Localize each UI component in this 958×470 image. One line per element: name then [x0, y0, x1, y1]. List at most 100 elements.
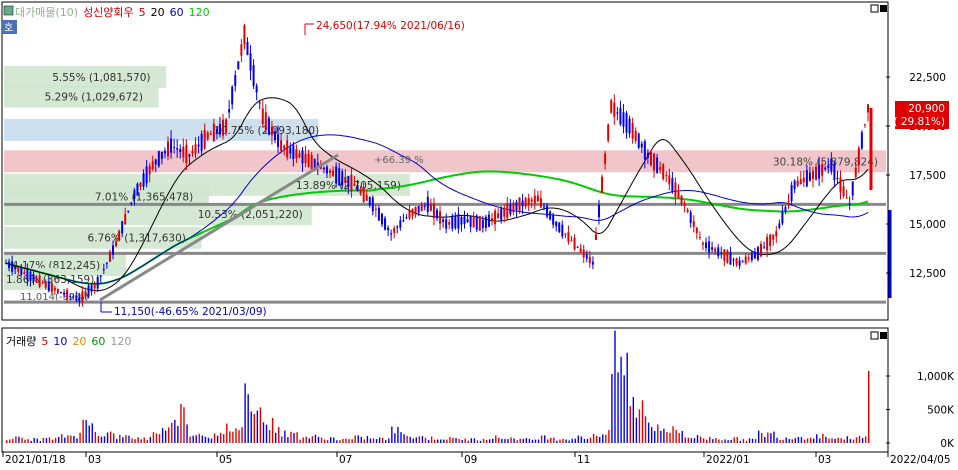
- candle-body: [781, 211, 784, 224]
- volume-bar: [140, 439, 142, 443]
- candle-body: [218, 124, 221, 135]
- volume-legend-item: 거래량: [6, 335, 36, 348]
- panel-corner-icon[interactable]: [3, 5, 14, 16]
- candle-body: [96, 277, 99, 289]
- volume-bar: [623, 375, 625, 443]
- candle-body: [78, 296, 81, 302]
- candle-body: [307, 153, 310, 167]
- volume-profile-label: 5.29% (1,029,672): [45, 92, 143, 104]
- vol-y-tick-label: 1,000K: [917, 371, 955, 383]
- volume-bar: [210, 438, 213, 443]
- volume-bar: [406, 435, 408, 443]
- volume-bar: [125, 435, 127, 443]
- volume-bar: [608, 430, 610, 443]
- candle-body: [185, 144, 188, 163]
- volume-bar: [864, 436, 867, 443]
- candle-body: [75, 295, 78, 302]
- candle-body: [170, 138, 173, 153]
- candle-body: [133, 190, 136, 199]
- candle-body: [432, 203, 435, 219]
- maximize-icon[interactable]: [870, 331, 879, 340]
- candle-body: [365, 194, 368, 201]
- volume-bar: [39, 440, 42, 443]
- volume-bar: [568, 440, 570, 443]
- volume-bar: [440, 439, 442, 443]
- candle-body: [799, 179, 802, 184]
- candle-body: [243, 25, 246, 45]
- close-icon[interactable]: [880, 5, 887, 12]
- volume-bar: [351, 439, 353, 443]
- volume-bar: [822, 433, 824, 443]
- price-legend-item: 60: [170, 6, 184, 19]
- candle-body: [289, 147, 292, 154]
- maximize-icon[interactable]: [870, 4, 879, 13]
- candle-body: [338, 168, 341, 186]
- candle-body: [35, 277, 38, 282]
- candle-body: [732, 259, 735, 261]
- current-price-change: ( 29.81%): [893, 116, 945, 128]
- candle-body: [160, 151, 163, 159]
- candle-body: [426, 196, 429, 212]
- volume-bar: [18, 436, 20, 443]
- candle-body: [380, 213, 383, 225]
- volume-bar: [660, 430, 662, 443]
- volume-bar: [24, 439, 26, 443]
- x-tick-label: 03: [88, 454, 101, 466]
- close-icon[interactable]: [880, 332, 887, 339]
- price-legend-item: 20: [151, 6, 165, 19]
- candle-body: [750, 253, 753, 261]
- candle-body: [124, 214, 127, 225]
- volume-bar: [229, 431, 231, 443]
- candle-body: [130, 202, 133, 204]
- candle-body: [167, 141, 170, 157]
- candle-body: [163, 151, 166, 154]
- candle-body: [240, 44, 243, 56]
- candle-body: [270, 126, 273, 136]
- volume-bar: [91, 423, 93, 443]
- volume-bar: [333, 437, 335, 443]
- volume-bar: [690, 438, 693, 443]
- volume-bar: [702, 438, 705, 443]
- volume-bar: [537, 439, 540, 443]
- candle-body: [139, 182, 142, 187]
- volume-bar: [617, 372, 619, 443]
- volume-bar: [103, 436, 106, 443]
- volume-bar: [366, 436, 369, 443]
- volume-bar: [519, 438, 521, 443]
- candle-body: [833, 163, 836, 181]
- candle-body: [576, 246, 579, 248]
- candle-body: [69, 295, 72, 297]
- candle-body: [805, 170, 808, 187]
- volume-bar: [498, 437, 500, 443]
- volume-bar: [715, 438, 717, 443]
- candle-body: [549, 211, 552, 220]
- volume-bar: [757, 430, 760, 443]
- volume-bar: [504, 439, 506, 443]
- candle-body: [273, 131, 276, 141]
- candle-body: [656, 157, 659, 173]
- candle-body: [8, 261, 11, 269]
- candle-body: [527, 198, 530, 205]
- candle-body: [842, 186, 845, 197]
- candle-body: [845, 197, 848, 199]
- candle-body: [598, 204, 601, 218]
- candle-body: [313, 159, 316, 169]
- candle-body: [604, 153, 607, 164]
- candle-body: [23, 272, 26, 274]
- candle-body: [423, 205, 426, 207]
- candle-body: [322, 167, 325, 170]
- volume-bar: [543, 435, 546, 443]
- candle-body: [384, 218, 387, 230]
- volume-bar: [852, 439, 855, 443]
- volume-bar: [259, 407, 262, 443]
- candle-body: [53, 288, 56, 291]
- candle-body: [683, 203, 686, 206]
- candle-body: [674, 182, 677, 197]
- candle-body: [451, 216, 454, 229]
- candle-body: [863, 124, 866, 126]
- volume-bar: [501, 439, 503, 443]
- volume-bar: [394, 433, 396, 443]
- volume-bar: [605, 434, 607, 443]
- candle-body: [610, 100, 613, 113]
- candle-body: [56, 289, 59, 293]
